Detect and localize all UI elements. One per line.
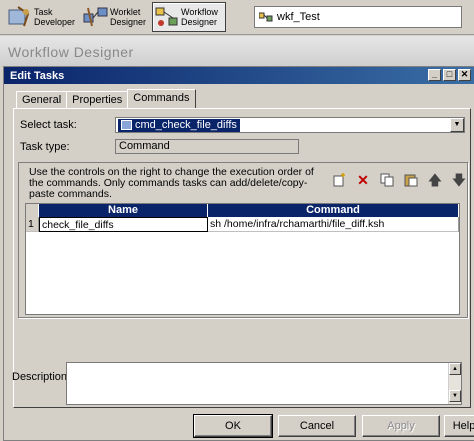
select-task-value: cmd_check_file_diffs bbox=[135, 119, 237, 131]
select-task-dropdown[interactable]: cmd_check_file_diffs ▼ bbox=[115, 117, 465, 133]
dialog-buttons: OK Cancel Apply Help bbox=[4, 414, 474, 438]
table-row[interactable]: 1 check_file_diffs sh /home/infra/rchama… bbox=[26, 217, 459, 232]
scroll-up-icon[interactable]: ▲ bbox=[449, 363, 461, 375]
designer-header: Workflow Designer bbox=[0, 36, 474, 66]
dialog-title: Edit Tasks bbox=[10, 69, 65, 82]
command-column-header[interactable]: Command bbox=[208, 204, 459, 217]
worklet-designer-button[interactable]: Worklet Designer bbox=[82, 2, 154, 32]
copy-icon[interactable] bbox=[379, 172, 395, 188]
help-button[interactable]: Help bbox=[444, 415, 474, 437]
command-name-cell[interactable]: check_file_diffs bbox=[39, 217, 208, 232]
paste-icon[interactable] bbox=[403, 172, 419, 188]
worklet-designer-label: Worklet Designer bbox=[110, 7, 147, 27]
edit-tasks-dialog: Edit Tasks _ □ ✕ General Properties Comm… bbox=[3, 66, 474, 441]
workflow-designer-label: Workflow Designer bbox=[181, 7, 218, 27]
delete-icon[interactable]: ✕ bbox=[355, 172, 371, 188]
task-type-label: Task type: bbox=[20, 141, 70, 153]
dialog-titlebar[interactable]: Edit Tasks _ □ ✕ bbox=[4, 67, 474, 84]
tab-strip: General Properties Commands bbox=[16, 89, 196, 109]
top-toolbar: Task Developer Worklet Designer Workflow… bbox=[0, 0, 474, 35]
task-type-value: Command bbox=[115, 139, 299, 154]
commands-info-text: Use the controls on the right to change … bbox=[29, 166, 314, 200]
maximize-button[interactable]: □ bbox=[443, 69, 456, 81]
description-label: Description: bbox=[12, 371, 71, 383]
workflow-icon bbox=[259, 12, 273, 22]
move-down-icon[interactable]: 🡇 bbox=[451, 172, 467, 188]
description-scrollbar[interactable]: ▲ ▼ bbox=[448, 363, 461, 404]
command-task-icon bbox=[121, 120, 132, 130]
close-button[interactable]: ✕ bbox=[458, 69, 471, 81]
workflow-designer-button[interactable]: Workflow Designer bbox=[152, 2, 226, 32]
table-header: Name Command bbox=[26, 204, 459, 217]
worklet-designer-icon bbox=[82, 4, 110, 30]
task-developer-label: Task Developer bbox=[34, 7, 76, 27]
command-text-cell[interactable]: sh /home/infra/rchamarthi/file_diff.ksh bbox=[208, 217, 459, 232]
cancel-button[interactable]: Cancel bbox=[278, 415, 356, 437]
tab-general[interactable]: General bbox=[16, 91, 68, 108]
designer-title: Workflow Designer bbox=[8, 44, 134, 60]
workflow-designer-icon bbox=[153, 4, 181, 30]
task-developer-icon bbox=[6, 4, 34, 30]
workflow-name: wkf_Test bbox=[277, 11, 320, 23]
ok-button[interactable]: OK bbox=[193, 414, 273, 438]
new-command-icon[interactable] bbox=[331, 172, 347, 188]
row-number-header bbox=[26, 204, 39, 217]
tab-properties[interactable]: Properties bbox=[66, 91, 129, 108]
tab-commands[interactable]: Commands bbox=[127, 89, 196, 108]
workflow-name-field[interactable]: wkf_Test bbox=[254, 6, 462, 28]
apply-button[interactable]: Apply bbox=[362, 415, 440, 437]
move-up-icon[interactable]: 🡅 bbox=[427, 172, 443, 188]
row-number: 1 bbox=[26, 217, 39, 232]
commands-group: Use the controls on the right to change … bbox=[18, 162, 468, 318]
name-column-header[interactable]: Name bbox=[39, 204, 208, 217]
task-developer-button[interactable]: Task Developer bbox=[6, 2, 78, 32]
command-controls: ✕ 🡅 🡇 bbox=[331, 172, 467, 188]
minimize-button[interactable]: _ bbox=[428, 69, 441, 81]
scroll-down-icon[interactable]: ▼ bbox=[449, 390, 461, 402]
chevron-down-icon[interactable]: ▼ bbox=[450, 118, 464, 132]
description-textarea[interactable]: ▲ ▼ bbox=[66, 362, 462, 405]
commands-table: Name Command 1 check_file_diffs sh /home… bbox=[25, 203, 460, 315]
select-task-label: Select task: bbox=[20, 119, 77, 131]
